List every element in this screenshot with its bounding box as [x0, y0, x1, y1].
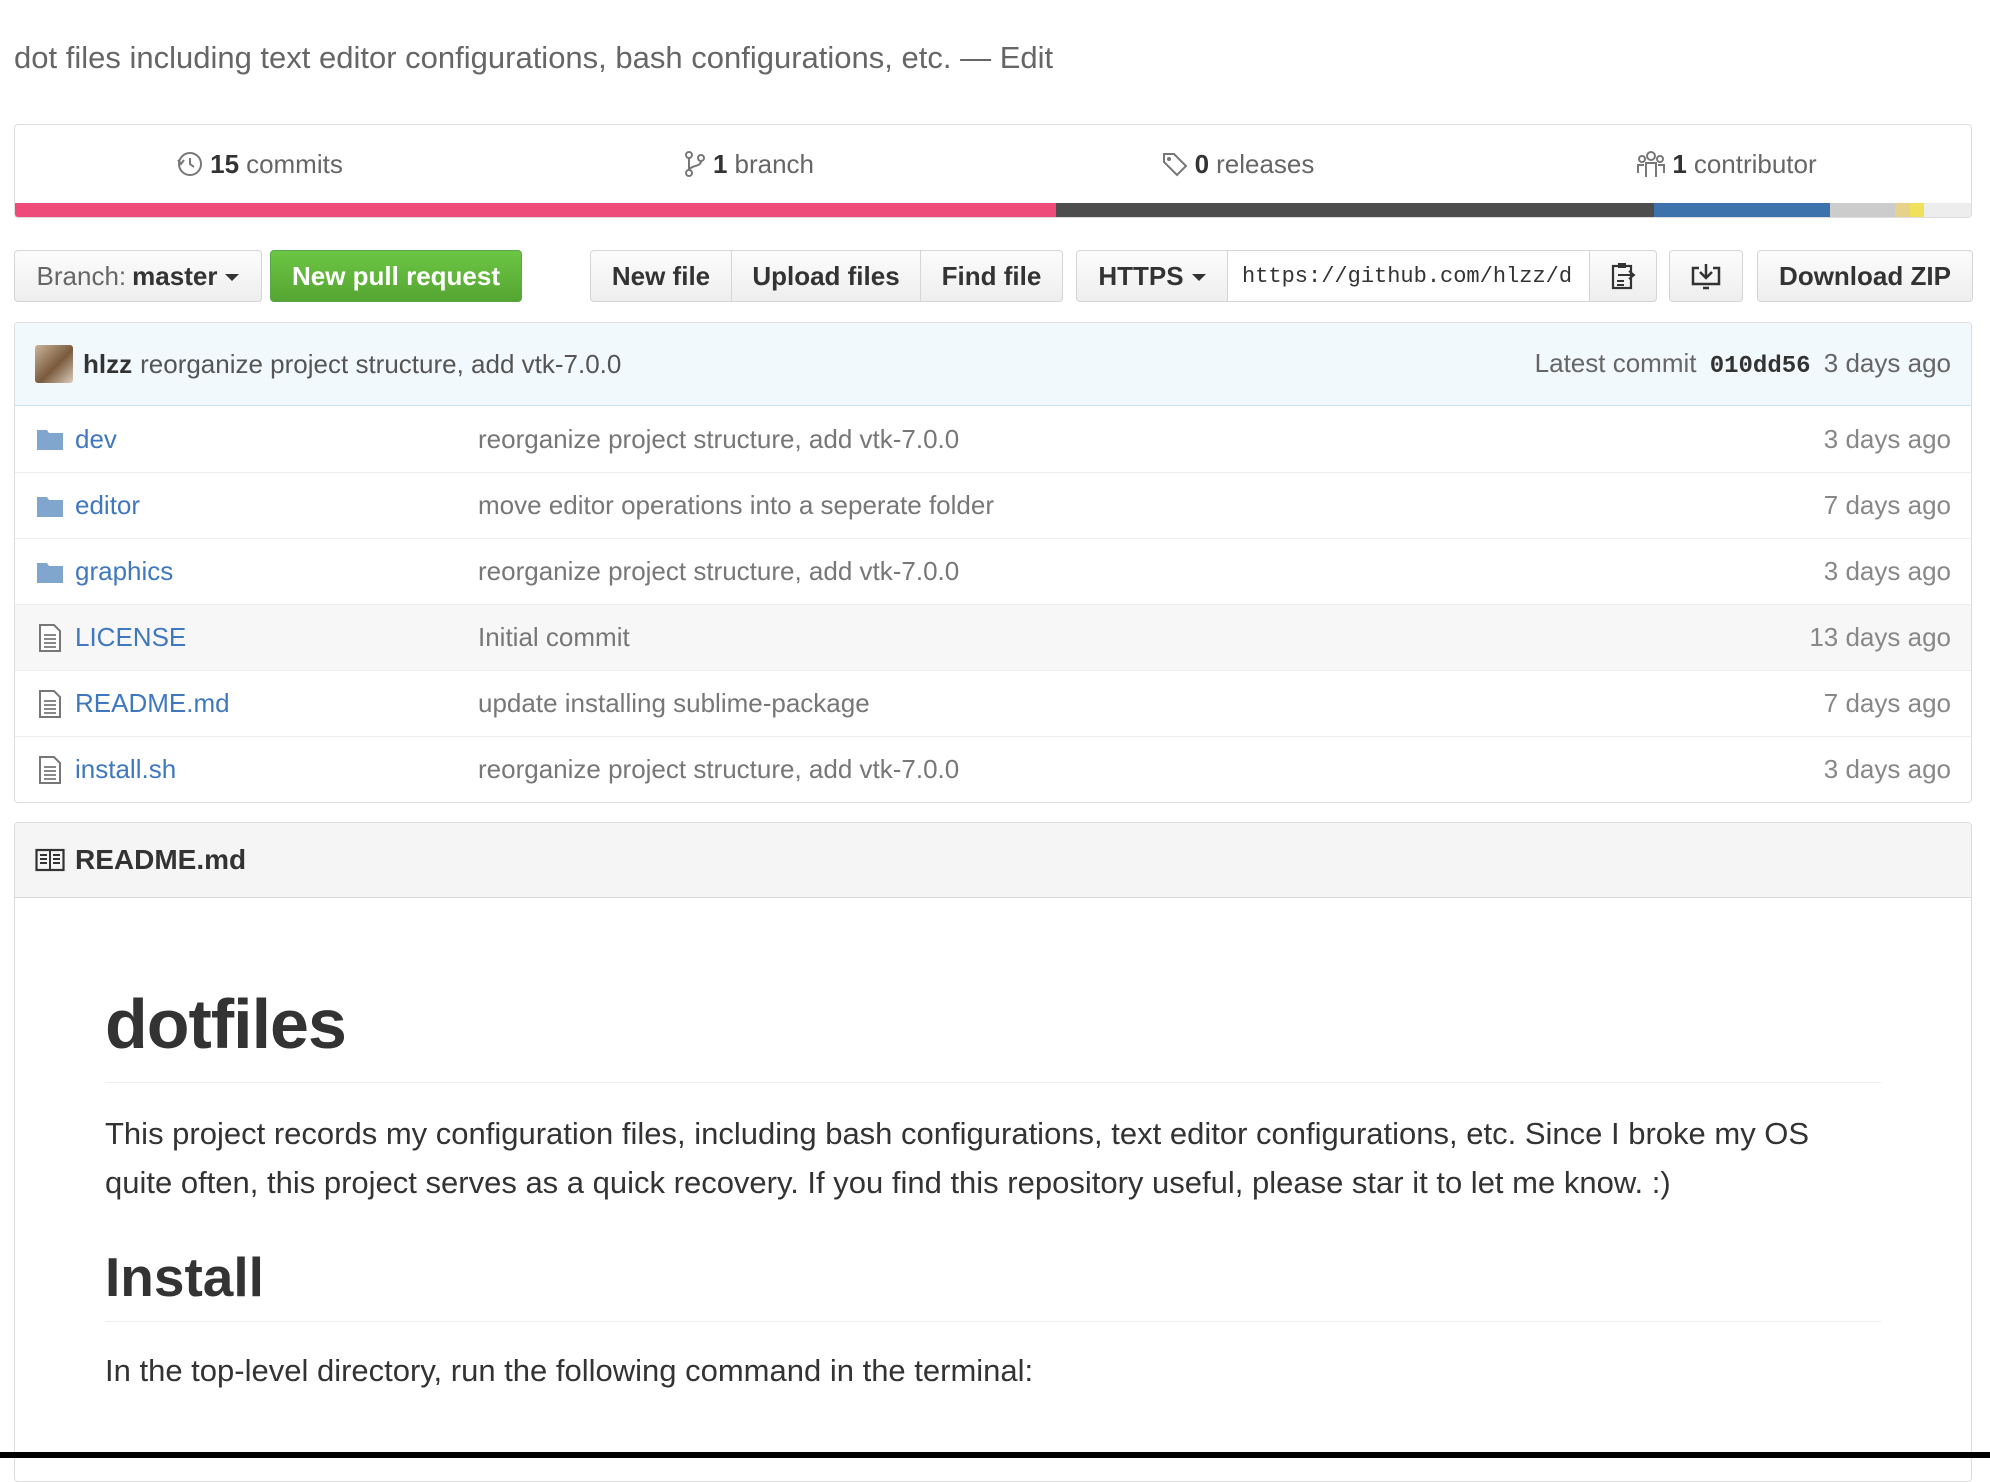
releases-label: releases — [1216, 148, 1315, 179]
branch-name: master — [132, 260, 218, 291]
book-icon — [35, 848, 65, 872]
file-name-link[interactable]: graphics — [75, 556, 478, 587]
branches-label: branch — [734, 148, 814, 179]
protocol-label: HTTPS — [1098, 260, 1184, 291]
latest-commit-age: 3 days ago — [1823, 348, 1951, 378]
language-bar-segment[interactable] — [1910, 203, 1925, 217]
file-age: 7 days ago — [1823, 688, 1951, 718]
repo-summary: 15 commits 1 branch 0 releases 1 contrib… — [14, 124, 1972, 218]
file-text-icon — [35, 689, 65, 719]
language-bar-segment[interactable] — [1830, 203, 1895, 217]
download-zip-button[interactable]: Download ZIP — [1757, 250, 1973, 302]
file-commit-message-link[interactable]: reorganize project structure, add vtk-7.… — [478, 754, 959, 785]
branches-count: 1 — [713, 148, 728, 179]
readme-intro: This project records my configuration fi… — [105, 1115, 1810, 1200]
upload-files-button[interactable]: Upload files — [731, 250, 921, 302]
language-bar-segment[interactable] — [1924, 203, 1971, 217]
edit-description-link[interactable]: Edit — [1000, 40, 1053, 75]
file-row: editor move editor operations into a sepe… — [15, 472, 1971, 538]
screen-bottom-edge — [0, 1452, 1990, 1458]
git-branch-icon — [685, 151, 706, 177]
new-pull-request-button[interactable]: New pull request — [270, 250, 522, 302]
new-file-button[interactable]: New file — [590, 250, 732, 302]
file-age: 3 days ago — [1823, 423, 1951, 454]
latest-commit-prefix: Latest commit — [1534, 348, 1697, 378]
releases-count: 0 — [1194, 148, 1210, 179]
latest-commit-info: Latest commit 010dd56 3 days ago — [1535, 348, 1951, 380]
copy-url-button[interactable] — [1589, 250, 1657, 302]
file-name-link[interactable]: LICENSE — [75, 622, 478, 653]
desktop-download-icon — [1691, 264, 1721, 290]
file-age: 13 days ago — [1809, 622, 1951, 652]
tag-icon — [1162, 153, 1188, 177]
file-row: README.md update installing sublime-packa… — [15, 670, 1971, 736]
readme-filename: README.md — [75, 844, 247, 875]
commit-author-link[interactable]: hlzz — [83, 349, 132, 380]
file-commit-message-link[interactable]: reorganize project structure, add vtk-7.… — [478, 424, 959, 455]
description-separator: — — [960, 40, 992, 75]
contributors-link[interactable]: 1 contributor — [1482, 149, 1971, 180]
file-age: 3 days ago — [1823, 556, 1951, 586]
folder-icon — [35, 424, 65, 454]
readme-panel: README.md dotfiles This project records … — [14, 822, 1972, 1482]
file-list: dev reorganize project structure, add vtk… — [15, 406, 1971, 802]
file-row: graphics reorganize project structure, ad… — [15, 538, 1971, 604]
language-bar-segment[interactable] — [1654, 203, 1831, 217]
file-row: dev reorganize project structure, add vtk… — [15, 406, 1971, 472]
commits-link[interactable]: 15 commits — [15, 149, 504, 180]
readme-header: README.md — [15, 823, 1971, 898]
folder-icon — [35, 491, 65, 521]
file-commit-message-link[interactable]: move editor operations into a seperate f… — [478, 490, 994, 521]
file-row: LICENSE Initial commit 13 days ago — [15, 604, 1971, 670]
branch-prefix: Branch: — [36, 260, 127, 291]
clipboard-icon — [1611, 263, 1636, 290]
file-name-link[interactable]: editor — [75, 490, 478, 521]
language-bar[interactable] — [15, 203, 1971, 217]
contributors-label: contributor — [1693, 148, 1817, 179]
organization-icon — [1637, 151, 1666, 177]
readme-content: dotfiles This project records my configu… — [15, 898, 1971, 1395]
releases-link[interactable]: 0 releases — [993, 149, 1482, 180]
clone-url-group: HTTPS https://github.com/hlzz/d — [1076, 250, 1657, 302]
clone-url-input[interactable]: https://github.com/hlzz/d — [1227, 250, 1590, 302]
branch-select-button[interactable]: Branch: master — [14, 250, 262, 302]
contributors-count: 1 — [1672, 148, 1687, 179]
file-name-link[interactable]: install.sh — [75, 754, 478, 785]
find-file-button[interactable]: Find file — [920, 250, 1063, 302]
commits-label: commits — [246, 148, 343, 179]
readme-title: dotfiles — [105, 898, 1881, 1083]
file-age: 7 days ago — [1823, 490, 1951, 520]
readme-install-text: In the top-level directory, run the foll… — [105, 1353, 1034, 1388]
file-name-link[interactable]: dev — [75, 424, 478, 455]
branches-link[interactable]: 1 branch — [504, 149, 993, 180]
commit-sha-link[interactable]: 010dd56 — [1710, 353, 1811, 380]
language-bar-segment[interactable] — [1055, 203, 1655, 217]
open-in-desktop-button[interactable] — [1669, 250, 1743, 302]
commits-count: 15 — [210, 148, 240, 179]
folder-icon — [35, 557, 65, 587]
repo-description: dot files including text editor configur… — [14, 40, 1053, 76]
description-text: dot files including text editor configur… — [14, 40, 952, 75]
file-actions-group: New file Upload files Find file — [590, 250, 1063, 302]
avatar[interactable] — [35, 345, 73, 383]
history-icon — [177, 152, 203, 176]
commit-message-link[interactable]: reorganize project structure, add vtk-7.… — [140, 349, 621, 380]
file-row: install.sh reorganize project structure, … — [15, 736, 1971, 802]
caret-down-icon — [225, 274, 240, 281]
latest-commit-bar: hlzz reorganize project structure, add v… — [15, 323, 1971, 406]
language-bar-segment[interactable] — [1894, 203, 1911, 217]
protocol-select-button[interactable]: HTTPS — [1076, 250, 1228, 302]
caret-down-icon — [1191, 274, 1206, 281]
file-commit-message-link[interactable]: update installing sublime-package — [478, 688, 870, 719]
file-age: 3 days ago — [1823, 754, 1951, 784]
file-text-icon — [35, 623, 65, 653]
file-name-link[interactable]: README.md — [75, 688, 478, 719]
readme-install-heading: Install — [105, 1246, 1881, 1322]
file-navigation: hlzz reorganize project structure, add v… — [14, 322, 1972, 803]
file-commit-message-link[interactable]: Initial commit — [478, 622, 630, 653]
file-text-icon — [35, 755, 65, 785]
file-commit-message-link[interactable]: reorganize project structure, add vtk-7.… — [478, 556, 959, 587]
language-bar-segment[interactable] — [15, 203, 1056, 217]
